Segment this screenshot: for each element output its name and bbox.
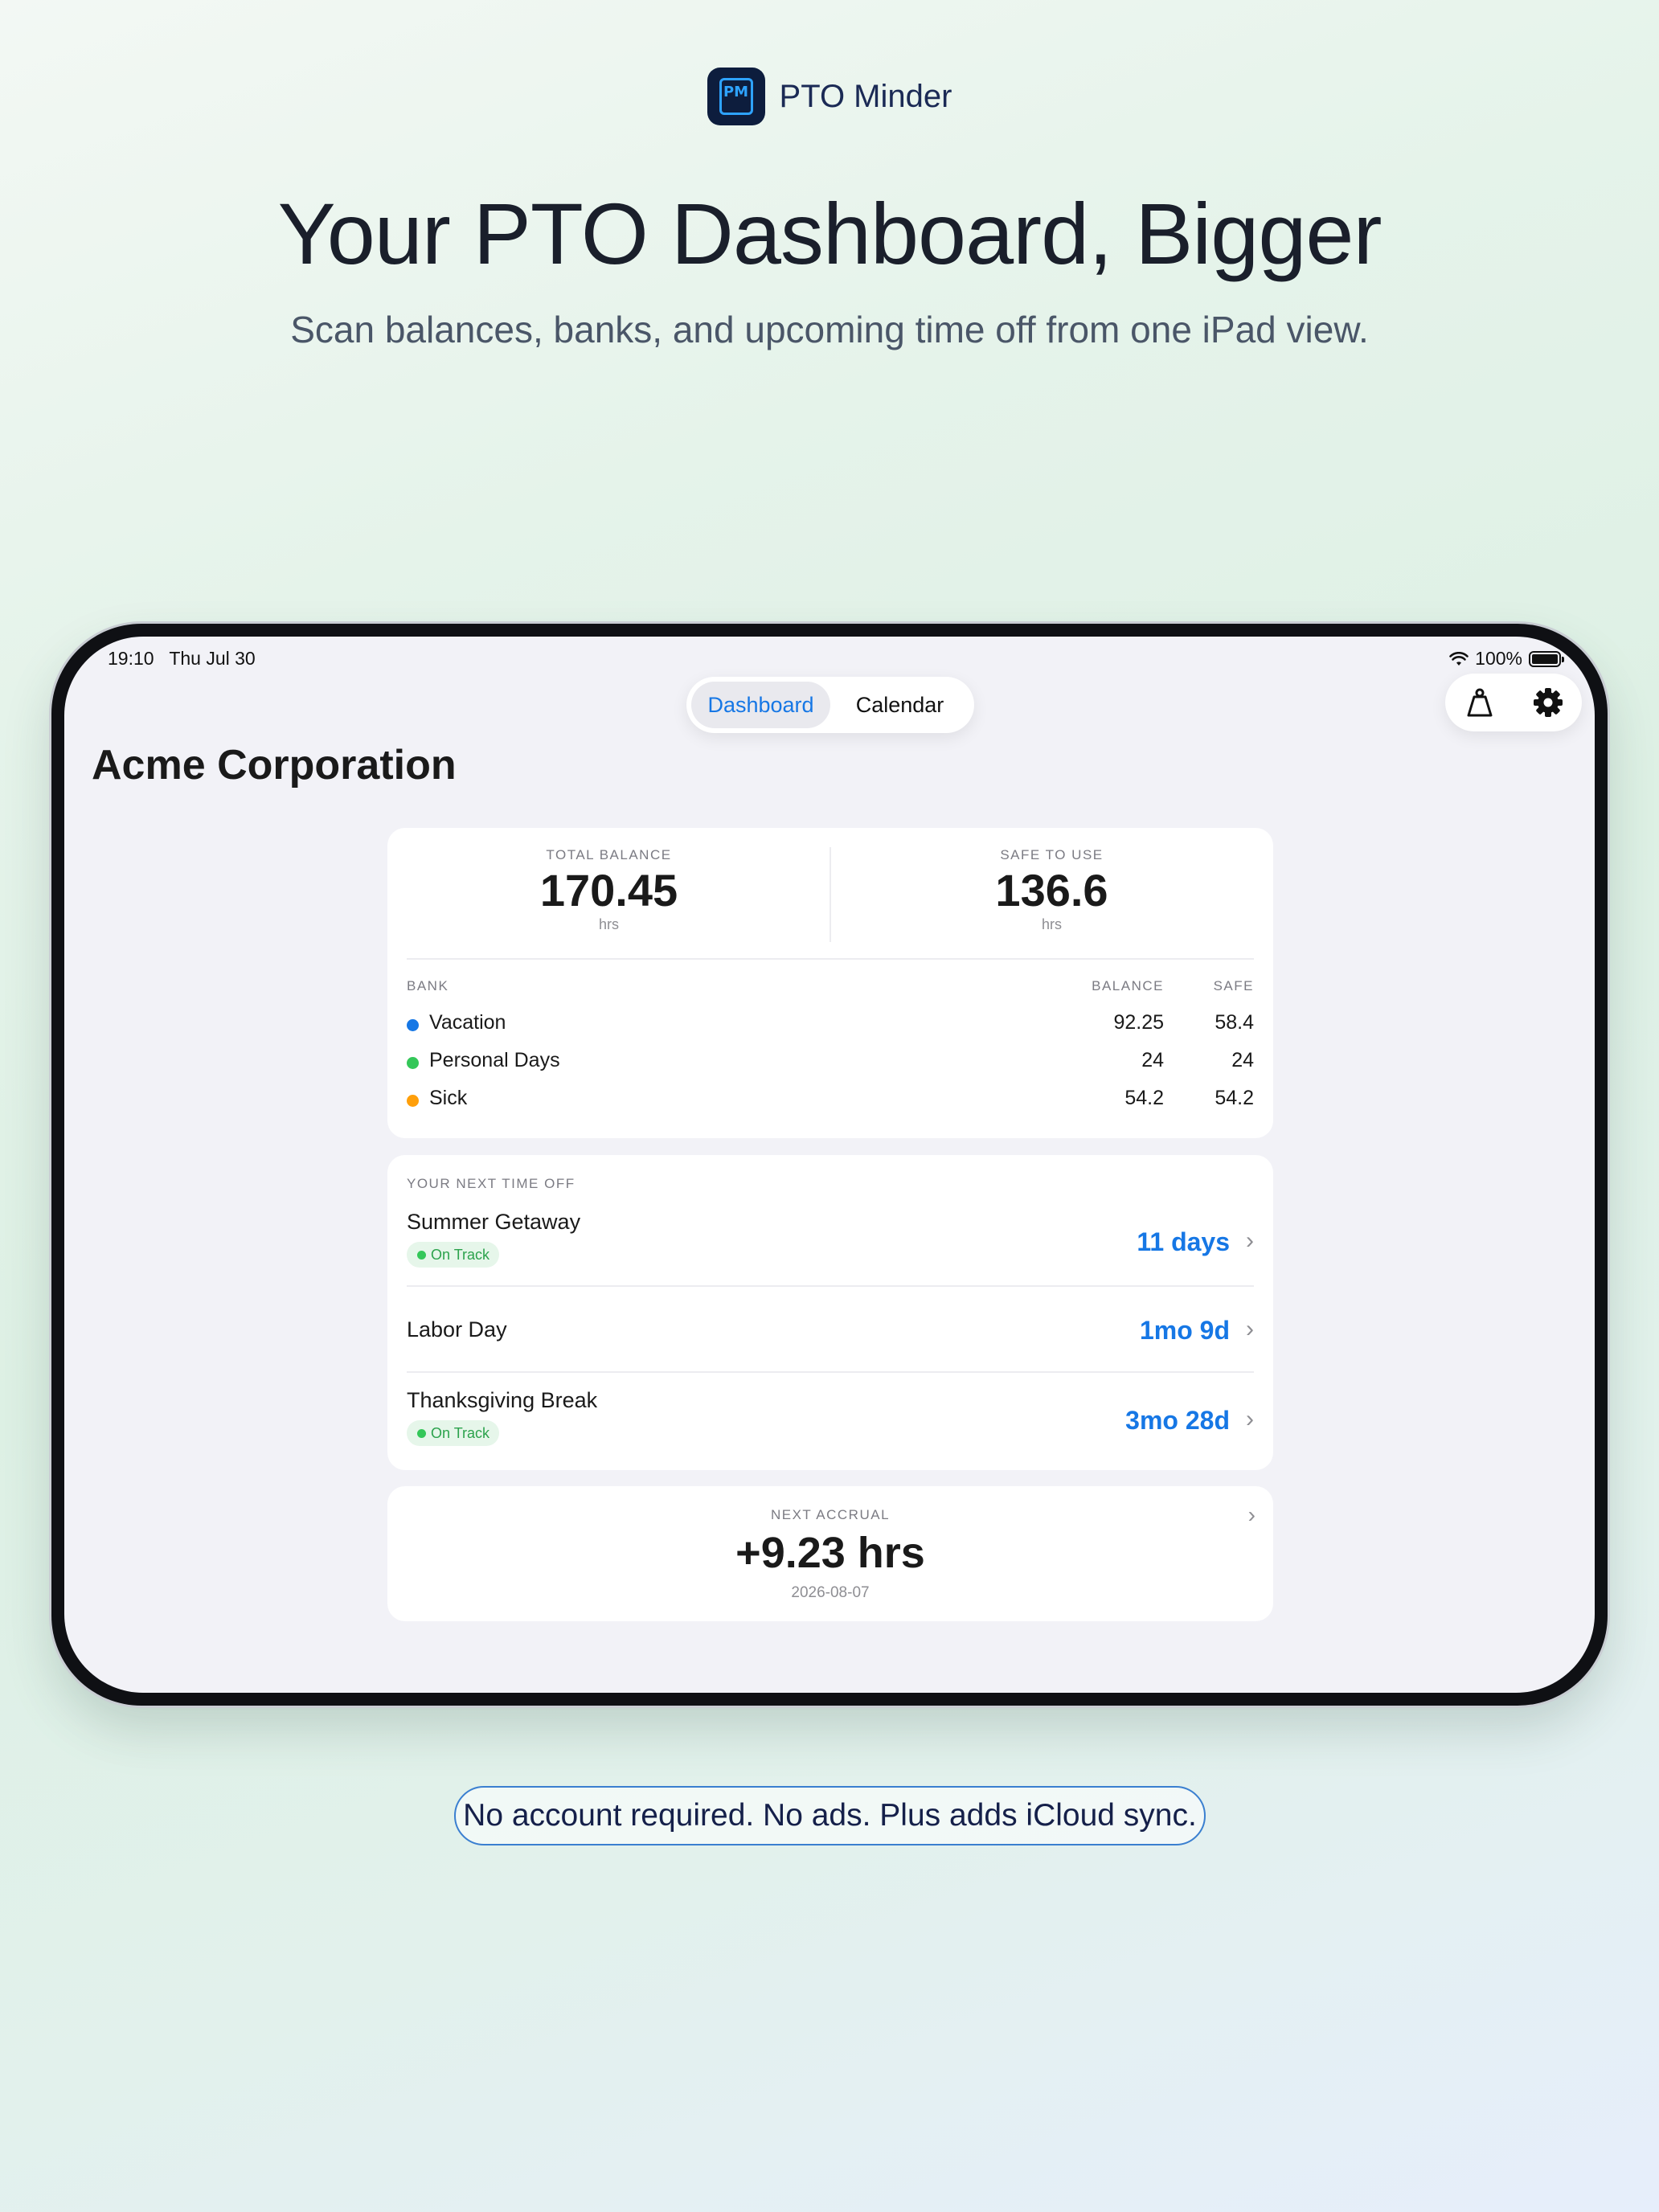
safe-to-use-label: SAFE TO USE bbox=[1000, 847, 1104, 862]
safe-to-use-unit: hrs bbox=[1041, 916, 1062, 932]
total-balance-label: TOTAL BALANCE bbox=[546, 847, 672, 862]
safe-column-header: SAFE bbox=[1213, 978, 1254, 993]
tag-button[interactable] bbox=[1456, 678, 1504, 727]
status-badge: On Track bbox=[407, 1420, 500, 1446]
divider bbox=[830, 847, 831, 942]
time-off-countdown: 11 days bbox=[1137, 1227, 1230, 1256]
sick-dot-icon bbox=[407, 1095, 419, 1107]
bank-row-vacation: Vacation 92.25 58.4 bbox=[407, 1011, 1254, 1037]
bank-name: Sick bbox=[429, 1087, 468, 1109]
divider bbox=[407, 958, 1254, 960]
next-time-off-card: YOUR NEXT TIME OFF Summer Getaway On Tra… bbox=[387, 1155, 1273, 1470]
status-bar-right: 100% bbox=[1449, 648, 1564, 670]
divider bbox=[407, 1285, 1254, 1287]
brand: PM PTO Minder bbox=[0, 68, 1659, 125]
gear-icon bbox=[1533, 688, 1563, 717]
chevron-right-icon: › bbox=[1246, 1316, 1254, 1342]
bank-name: Vacation bbox=[429, 1011, 506, 1034]
vacation-dot-icon bbox=[407, 1019, 419, 1031]
status-date: Thu Jul 30 bbox=[169, 648, 256, 669]
bank-column-header: BANK bbox=[407, 978, 449, 993]
next-time-off-header: YOUR NEXT TIME OFF bbox=[407, 1176, 576, 1191]
chevron-right-icon: › bbox=[1246, 1227, 1254, 1254]
total-balance-unit: hrs bbox=[598, 916, 619, 932]
time-off-row-summer-getaway[interactable]: Summer Getaway On Track 11 days › bbox=[407, 1210, 1254, 1276]
time-off-row-thanksgiving-break[interactable]: Thanksgiving Break On Track 3mo 28d › bbox=[407, 1388, 1254, 1454]
bank-balance: 54.2 bbox=[1124, 1087, 1164, 1109]
bank-name: Personal Days bbox=[429, 1049, 560, 1071]
app-logo-icon: PM bbox=[707, 68, 765, 125]
safe-to-use: SAFE TO USE 136.6 hrs bbox=[830, 847, 1273, 945]
app-screen: 19:10 Thu Jul 30 100% Dashboard Calendar bbox=[64, 637, 1595, 1693]
balance-card: TOTAL BALANCE 170.45 hrs SAFE TO USE 136… bbox=[387, 828, 1273, 1138]
tab-dashboard[interactable]: Dashboard bbox=[691, 682, 830, 728]
status-badge: On Track bbox=[407, 1242, 500, 1268]
tab-calendar[interactable]: Calendar bbox=[830, 682, 969, 728]
hero-title: Your PTO Dashboard, Bigger bbox=[277, 185, 1382, 282]
bank-safe: 54.2 bbox=[1215, 1087, 1254, 1109]
bank-balance: 24 bbox=[1141, 1049, 1164, 1071]
bank-safe: 24 bbox=[1231, 1049, 1254, 1071]
brand-name: PTO Minder bbox=[779, 78, 952, 114]
bank-row-sick: Sick 54.2 54.2 bbox=[407, 1087, 1254, 1112]
chevron-right-icon: › bbox=[1246, 1406, 1254, 1432]
personal-days-dot-icon bbox=[407, 1057, 419, 1069]
total-balance-value: 170.45 bbox=[539, 865, 678, 916]
view-switcher: Dashboard Calendar bbox=[686, 677, 974, 733]
toolbar bbox=[1445, 674, 1582, 731]
next-accrual-label: NEXT ACCRUAL bbox=[770, 1507, 891, 1522]
time-off-row-labor-day[interactable]: Labor Day 1mo 9d › bbox=[407, 1308, 1254, 1356]
time-off-name: Summer Getaway bbox=[407, 1210, 581, 1234]
wifi-icon bbox=[1449, 651, 1469, 666]
next-accrual-value: +9.23 hrs bbox=[735, 1529, 925, 1577]
tag-icon bbox=[1467, 688, 1492, 717]
bank-safe: 58.4 bbox=[1215, 1011, 1254, 1034]
chevron-right-icon: › bbox=[1247, 1502, 1256, 1527]
time-off-name: Thanksgiving Break bbox=[407, 1388, 598, 1412]
status-time: 19:10 bbox=[108, 648, 154, 669]
company-title: Acme Corporation bbox=[92, 742, 457, 789]
feature-tagline: No account required. No ads. Plus adds i… bbox=[454, 1786, 1206, 1845]
safe-to-use-value: 136.6 bbox=[995, 865, 1108, 916]
hero-subtitle: Scan balances, banks, and upcoming time … bbox=[290, 309, 1369, 350]
time-off-countdown: 3mo 28d bbox=[1125, 1406, 1230, 1435]
bank-balance: 92.25 bbox=[1113, 1011, 1164, 1034]
time-off-countdown: 1mo 9d bbox=[1139, 1316, 1230, 1345]
bank-row-personal-days: Personal Days 24 24 bbox=[407, 1049, 1254, 1075]
total-balance: TOTAL BALANCE 170.45 hrs bbox=[387, 847, 830, 945]
next-accrual-card[interactable]: NEXT ACCRUAL +9.23 hrs 2026-08-07 › bbox=[387, 1486, 1273, 1621]
time-off-name: Labor Day bbox=[407, 1317, 507, 1342]
battery-icon bbox=[1529, 650, 1564, 667]
balance-column-header: BALANCE bbox=[1092, 978, 1164, 993]
app-logo-text: PM bbox=[719, 78, 753, 115]
status-bar-left: 19:10 Thu Jul 30 bbox=[108, 648, 256, 670]
divider bbox=[407, 1371, 1254, 1373]
ipad-frame: 19:10 Thu Jul 30 100% Dashboard Calendar bbox=[51, 624, 1608, 1706]
bank-table-header: BANK BALANCE SAFE bbox=[407, 978, 1254, 996]
settings-button[interactable] bbox=[1524, 678, 1572, 727]
next-accrual-date: 2026-08-07 bbox=[791, 1584, 870, 1601]
battery-percent: 100% bbox=[1475, 648, 1522, 669]
